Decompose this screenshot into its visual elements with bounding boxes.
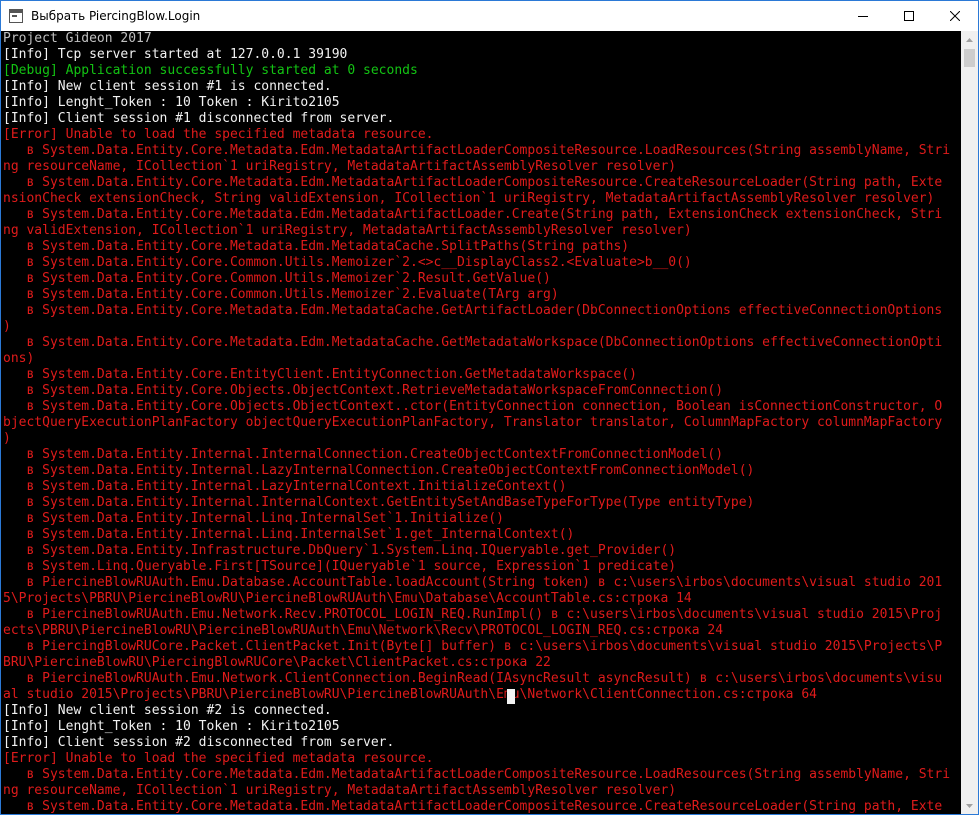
console-line: ng resourceName, ICollection`1 uriRegist… xyxy=(3,159,677,174)
console-line: BRU\PiercineBlowRU\PiercingBlowRUCore\Pa… xyxy=(3,655,551,670)
console-line: в System.Linq.Queryable.First[TSource](I… xyxy=(3,559,677,574)
console-line: в System.Data.Entity.Internal.Linq.Inter… xyxy=(3,527,575,542)
console-line: в System.Data.Entity.Core.Common.Utils.M… xyxy=(3,271,551,286)
console-line: [Error] Unable to load the specified met… xyxy=(3,127,434,142)
console-line: в System.Data.Entity.Internal.LazyIntern… xyxy=(3,463,755,478)
console-line: в System.Data.Entity.Internal.Linq.Inter… xyxy=(3,511,504,526)
console-line: [Info] New client session #1 is connecte… xyxy=(3,79,332,94)
console-line: в System.Data.Entity.Core.Metadata.Edm.M… xyxy=(3,303,943,318)
console-line: ons) xyxy=(3,351,35,366)
console-line: ) xyxy=(3,431,11,446)
maximize-button[interactable] xyxy=(886,1,932,31)
console-line: bjectQueryExecutionPlanFactory objectQue… xyxy=(3,415,943,430)
console-line: в System.Data.Entity.Core.Metadata.Edm.M… xyxy=(3,335,943,350)
console-line: в System.Data.Entity.Core.Metadata.Edm.M… xyxy=(3,767,951,782)
close-button[interactable] xyxy=(932,1,978,31)
window-title: Выбрать PiercingBlow.Login xyxy=(31,9,201,23)
vertical-scrollbar[interactable] xyxy=(961,31,978,814)
console-line: в System.Data.Entity.Core.Objects.Object… xyxy=(3,383,724,398)
console-line: ng resourceName, ICollection`1 uriRegist… xyxy=(3,783,677,798)
close-icon xyxy=(950,11,960,21)
console-line: [Info] Client session #2 disconnected fr… xyxy=(3,735,395,750)
minimize-icon xyxy=(858,16,868,17)
console-line: [Info] Tcp server started at 127.0.0.1 3… xyxy=(3,47,348,62)
console-line: в PiercingBlowRUCore.Packet.ClientPacket… xyxy=(3,639,943,654)
console-line: ) xyxy=(3,319,11,334)
console-line: [Error] Unable to load the specified met… xyxy=(3,751,434,766)
scroll-down-arrow-icon xyxy=(966,803,973,808)
console-line: в System.Data.Entity.Infrastructure.DbQu… xyxy=(3,543,677,558)
console-line: ng validExtension, ICollection`1 uriRegi… xyxy=(3,223,692,238)
console-line: 5\Projects\PBRU\PiercineBlowRU\PiercineB… xyxy=(3,591,692,606)
minimize-button[interactable] xyxy=(840,1,886,31)
console-output[interactable]: Project Gideon 2017 [Info] Tcp server sta… xyxy=(1,31,964,814)
console-line: в PiercineBlowRUAuth.Emu.Database.Accoun… xyxy=(3,575,943,590)
console-line: в System.Data.Entity.Core.Common.Utils.M… xyxy=(3,287,559,302)
console-line: в System.Data.Entity.Internal.LazyIntern… xyxy=(3,479,567,494)
scroll-up-arrow-icon xyxy=(966,37,973,42)
console-line: в System.Data.Entity.Core.Metadata.Edm.M… xyxy=(3,143,951,158)
console-line: в System.Data.Entity.Core.Metadata.Edm.M… xyxy=(3,799,943,814)
console-line: [Info] New client session #2 is connecte… xyxy=(3,703,332,718)
console-line: nsionCheck extensionCheck, String validE… xyxy=(3,191,935,206)
scrollbar-thumb[interactable] xyxy=(964,49,975,67)
console-line: Project Gideon 2017 xyxy=(3,31,152,46)
console-line: в System.Data.Entity.Core.Common.Utils.M… xyxy=(3,255,692,270)
console-line: в PiercineBlowRUAuth.Emu.Network.ClientC… xyxy=(3,671,943,686)
console-app-icon xyxy=(9,9,23,23)
console-line: [Info] Lenght_Token : 10 Token : Kirito2… xyxy=(3,95,340,110)
console-line: в System.Data.Entity.Internal.InternalCo… xyxy=(3,447,724,462)
console-line: в PiercineBlowRUAuth.Emu.Network.Recv.PR… xyxy=(3,607,943,622)
console-line: ects\PBRU\PiercineBlowRU\PiercineBlowRUA… xyxy=(3,623,724,638)
console-line: [Info] Client session #1 disconnected fr… xyxy=(3,111,395,126)
scroll-down-button[interactable] xyxy=(961,797,978,814)
text-cursor xyxy=(507,689,515,704)
console-window: Выбрать PiercingBlow.Login Project Gideo… xyxy=(0,0,979,815)
title-bar[interactable]: Выбрать PiercingBlow.Login xyxy=(1,1,978,31)
console-line: [Info] Lenght_Token : 10 Token : Kirito2… xyxy=(3,719,340,734)
console-line: в System.Data.Entity.Core.Metadata.Edm.M… xyxy=(3,207,943,222)
console-line: в System.Data.Entity.Core.Metadata.Edm.M… xyxy=(3,239,630,254)
maximize-icon xyxy=(904,11,914,21)
console-line: в System.Data.Entity.Internal.InternalCo… xyxy=(3,495,755,510)
console-line: al studio 2015\Projects\PBRU\PiercineBlo… xyxy=(3,687,817,702)
scroll-up-button[interactable] xyxy=(961,31,978,48)
console-line: [Debug] Application successfully started… xyxy=(3,63,418,78)
console-line: в System.Data.Entity.Core.Objects.Object… xyxy=(3,399,943,414)
console-line: в System.Data.Entity.Core.Metadata.Edm.M… xyxy=(3,175,943,190)
console-line: в System.Data.Entity.Core.EntityClient.E… xyxy=(3,367,637,382)
